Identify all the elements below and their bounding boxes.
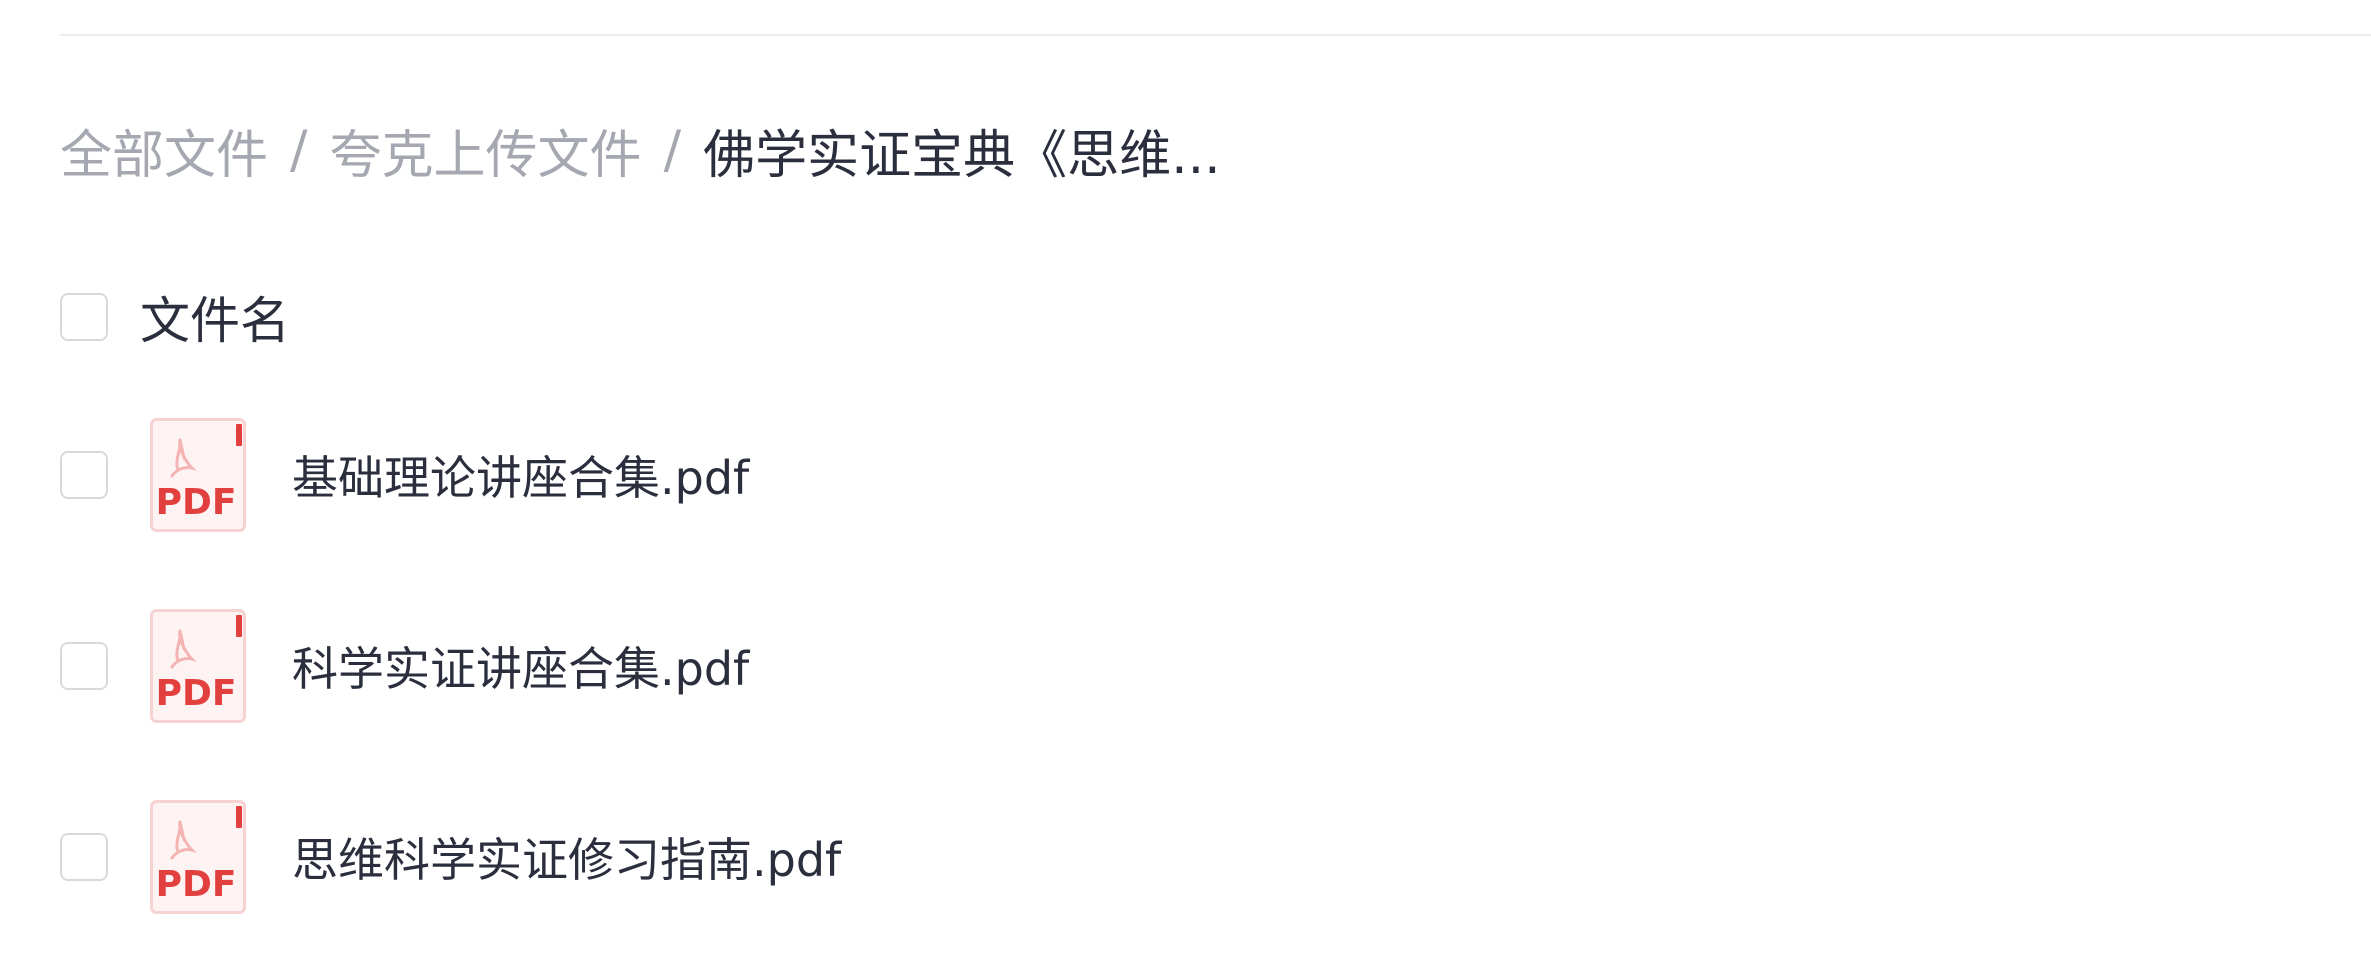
breadcrumb: 全部文件 / 夸克上传文件 / 佛学实证宝典《思维... (60, 108, 1221, 192)
file-row-2[interactable]: PDF 科学实证讲座合集.pdf (60, 601, 749, 731)
file-checkbox[interactable] (60, 833, 108, 881)
file-row-1[interactable]: PDF 基础理论讲座合集.pdf (60, 410, 749, 540)
top-divider (60, 34, 2371, 36)
breadcrumb-separator: / (663, 120, 682, 180)
file-checkbox[interactable] (60, 451, 108, 499)
breadcrumb-current-folder: 佛学实证宝典《思维... (703, 125, 1221, 186)
breadcrumb-quark-uploads[interactable]: 夸克上传文件 (330, 113, 642, 188)
svg-text:PDF: PDF (156, 864, 237, 905)
svg-text:PDF: PDF (156, 482, 237, 523)
pdf-file-icon: PDF (150, 609, 246, 723)
breadcrumb-separator: / (290, 120, 308, 180)
file-row-3[interactable]: PDF 思维科学实证修习指南.pdf (60, 792, 841, 922)
file-checkbox[interactable] (60, 642, 108, 690)
select-all-checkbox[interactable] (60, 293, 108, 341)
svg-text:PDF: PDF (156, 673, 237, 714)
pdf-file-icon: PDF (150, 418, 246, 532)
column-header-filename[interactable]: 文件名 (140, 281, 290, 353)
pdf-file-icon: PDF (150, 800, 246, 914)
breadcrumb-all-files[interactable]: 全部文件 (60, 113, 268, 188)
file-name: 思维科学实证修习指南.pdf (292, 833, 842, 887)
file-name: 科学实证讲座合集.pdf (292, 642, 750, 696)
file-list-header: 文件名 (60, 277, 290, 357)
file-name: 基础理论讲座合集.pdf (292, 451, 750, 505)
